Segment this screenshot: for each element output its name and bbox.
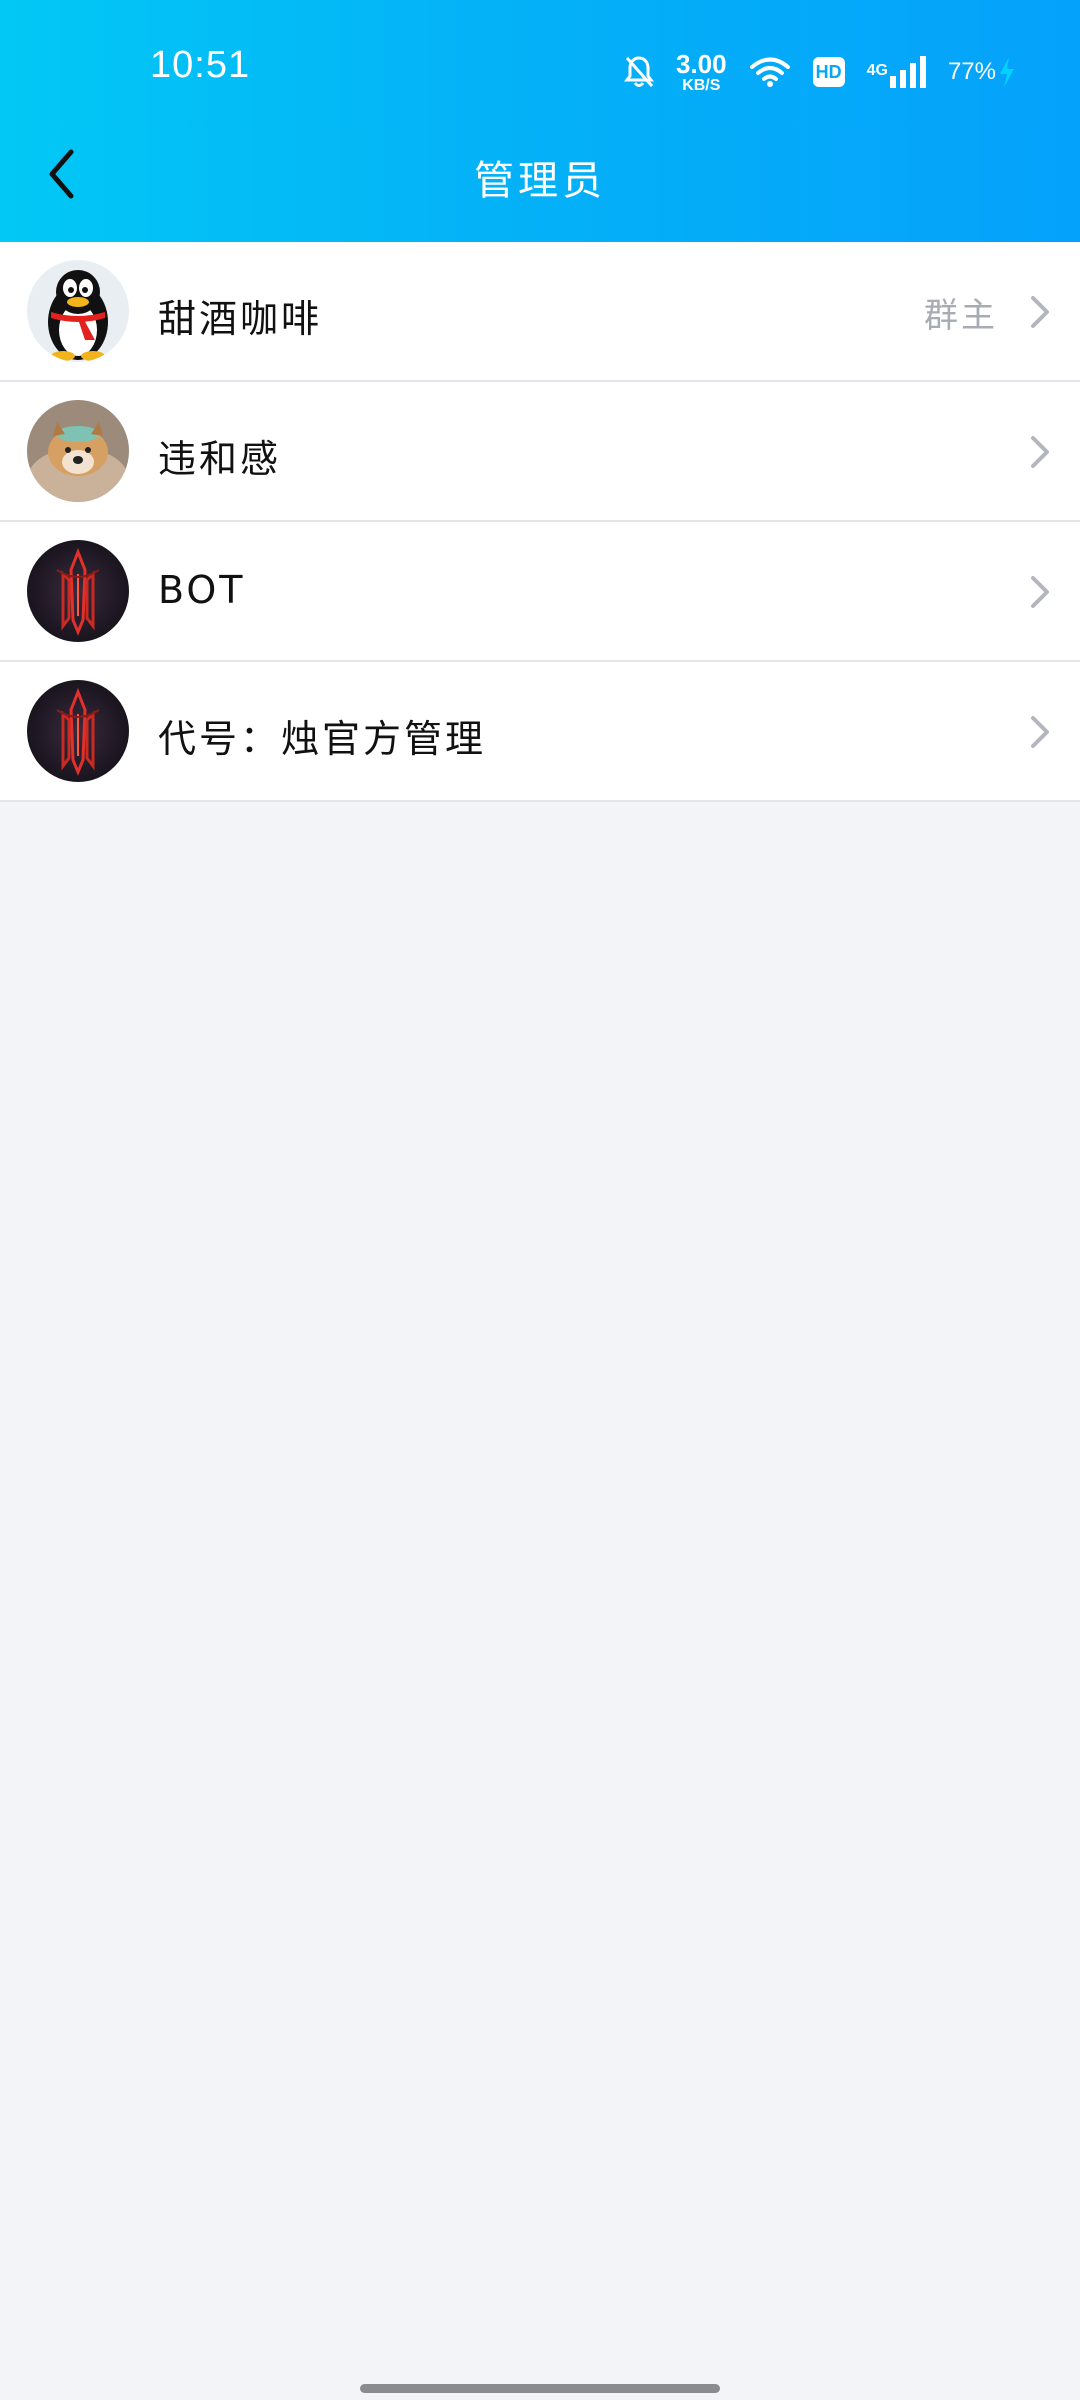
hd-icon: HD [812,57,845,87]
network-type: 4G [866,62,888,79]
member-name: BOT [158,568,246,612]
admin-row[interactable]: BOT [0,522,1080,662]
dog-avatar [27,400,129,502]
chevron-right-icon [1028,434,1052,470]
chevron-right-icon [1028,574,1052,610]
admin-list: 甜酒咖啡 群主 违和感 BOT 代号：烛官方管理 [0,242,1080,802]
home-indicator[interactable] [360,2384,720,2393]
member-name: 违和感 [158,437,282,481]
bell-muted-icon [624,55,654,89]
status-bar: 10:51 3.00 KB/S HD 4G 77% [0,0,1080,140]
admin-row[interactable]: 甜酒咖啡 群主 [0,242,1080,382]
battery-percent: 77% [947,58,996,85]
nav-bar: 管理员 [0,140,1080,240]
network-speed-unit: KB/S [682,76,721,94]
battery-indicator: 77% [948,57,1016,87]
network-speed-value: 3.00 [676,48,727,79]
admin-row[interactable]: 代号：烛官方管理 [0,662,1080,802]
header: 10:51 3.00 KB/S HD 4G 77% 管理员 [0,0,1080,242]
admin-row[interactable]: 违和感 [0,382,1080,522]
page-title: 管理员 [474,158,606,204]
status-time: 10:51 [150,44,251,86]
wifi-icon [749,56,791,88]
status-icons: 3.00 KB/S HD 4G 77% [624,48,1016,96]
owner-badge: 群主 [924,296,998,336]
dark-emblem-avatar [27,680,129,782]
member-name: 甜酒咖啡 [158,297,323,341]
network-speed: 3.00 KB/S [676,51,727,94]
member-name: 代号：烛官方管理 [158,717,487,761]
chevron-right-icon [1028,294,1052,330]
penguin-avatar [27,260,129,362]
battery-charging-icon [998,57,1016,87]
dark-emblem-avatar [27,540,129,642]
chevron-right-icon [1028,714,1052,750]
signal-icon: 4G [867,56,926,88]
admin-list-screen: 10:51 3.00 KB/S HD 4G 77% 管理员 甜酒咖啡 群主 违和… [0,0,1080,2400]
